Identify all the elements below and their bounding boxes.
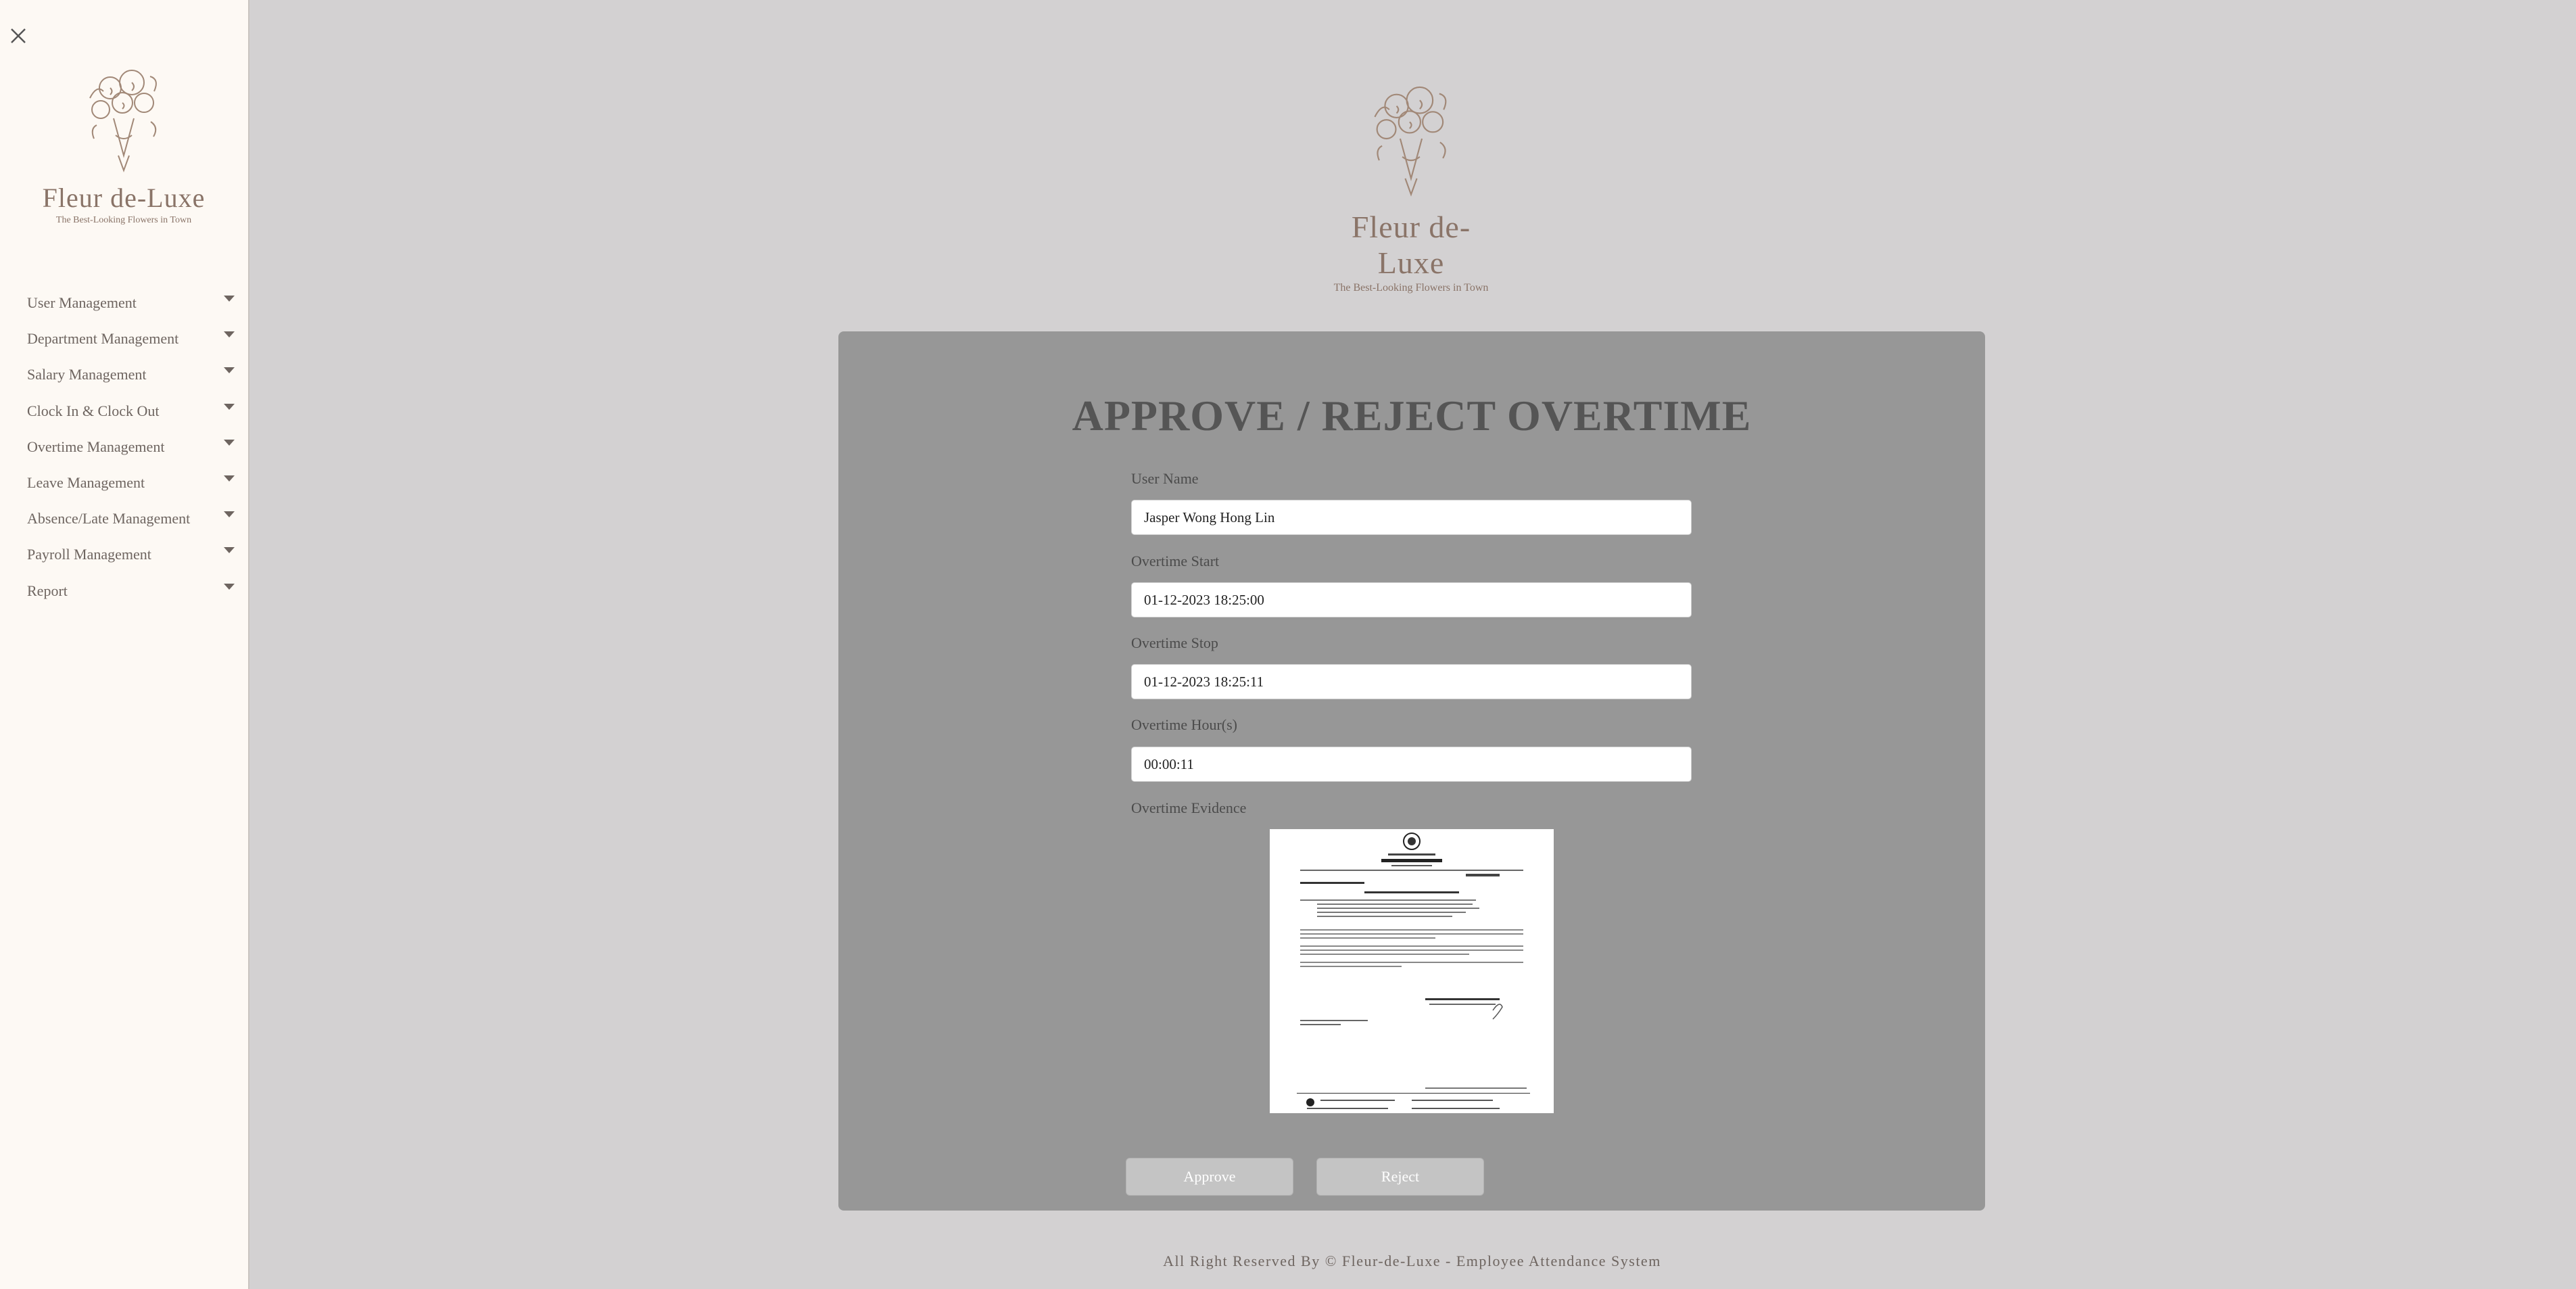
sidebar-item-label: Report: [27, 582, 68, 599]
sidebar-item-label: Clock In & Clock Out: [27, 402, 160, 419]
sidebar-item-salary-management[interactable]: Salary Management: [0, 355, 248, 391]
sidebar-item-clock-in-out[interactable]: Clock In & Clock Out: [0, 392, 248, 427]
sidebar-item-report[interactable]: Report: [0, 571, 248, 607]
overtime-start-field[interactable]: [1131, 582, 1692, 617]
sidebar-item-payroll-management[interactable]: Payroll Management: [0, 535, 248, 571]
brand-name: Fleur de-Luxe: [1351, 210, 1471, 280]
overtime-approval-panel: APPROVE / REJECT OVERTIME User Name Over…: [838, 331, 1985, 1211]
flower-bouquet-icon: [89, 70, 157, 172]
sidebar-item-label: Leave Management: [27, 473, 145, 491]
user-name-label: User Name: [1131, 470, 1199, 487]
sidebar-item-label: Overtime Management: [27, 438, 165, 455]
overtime-stop-label: Overtime Stop: [1131, 634, 1218, 651]
overtime-evidence-image[interactable]: [1270, 829, 1554, 1113]
footer-text: All Right Reserved By © Fleur-de-Luxe - …: [1163, 1252, 1661, 1269]
sidebar-item-user-management[interactable]: User Management: [0, 283, 248, 319]
caret-down-icon: [224, 403, 235, 410]
caret-down-icon: [224, 511, 235, 518]
approve-button[interactable]: Approve: [1126, 1158, 1293, 1196]
sidebar-item-label: Absence/Late Management: [27, 510, 191, 528]
sidebar-item-label: User Management: [27, 294, 137, 311]
brand-name: Fleur de-Luxe: [42, 183, 206, 213]
caret-down-icon: [224, 547, 235, 554]
brand-tagline: The Best-Looking Flowers in Town: [55, 215, 192, 225]
main-logo: Fleur de-Luxe The Best-Looking Flowers i…: [1322, 74, 1500, 294]
sidebar-item-label: Payroll Management: [27, 546, 151, 563]
sidebar-item-overtime-management[interactable]: Overtime Management: [0, 427, 248, 463]
overtime-hours-field[interactable]: [1131, 747, 1692, 782]
overtime-hours-label: Overtime Hour(s): [1131, 716, 1238, 733]
sidebar-item-department-management[interactable]: Department Management: [0, 319, 248, 355]
caret-down-icon: [224, 331, 235, 338]
flower-bouquet-icon: [1374, 86, 1447, 197]
overtime-start-label: Overtime Start: [1131, 553, 1220, 569]
sidebar-item-label: Department Management: [27, 330, 179, 348]
page-title: APPROVE / REJECT OVERTIME: [1072, 392, 1752, 440]
overtime-stop-field[interactable]: [1131, 664, 1692, 699]
caret-down-icon: [224, 439, 235, 446]
overtime-evidence-label: Overtime Evidence: [1131, 799, 1247, 816]
caret-down-icon: [224, 583, 235, 590]
sidebar-item-leave-management[interactable]: Leave Management: [0, 463, 248, 499]
close-icon[interactable]: [8, 26, 28, 46]
sidebar-logo: Fleur de-Luxe The Best-Looking Flowers i…: [39, 61, 208, 226]
user-name-field[interactable]: [1131, 500, 1692, 535]
sidebar: Fleur de-Luxe The Best-Looking Flowers i…: [0, 0, 249, 1289]
reject-button[interactable]: Reject: [1316, 1158, 1484, 1196]
sidebar-item-absence-late-management[interactable]: Absence/Late Management: [0, 499, 248, 535]
evidence-document-thumbnail: [1270, 829, 1554, 1113]
sidebar-nav: User Management Department Management Sa…: [0, 283, 248, 607]
sidebar-item-label: Salary Management: [27, 366, 147, 383]
caret-down-icon: [224, 475, 235, 482]
caret-down-icon: [224, 367, 235, 374]
brand-tagline: The Best-Looking Flowers in Town: [1333, 282, 1489, 294]
caret-down-icon: [224, 296, 235, 302]
